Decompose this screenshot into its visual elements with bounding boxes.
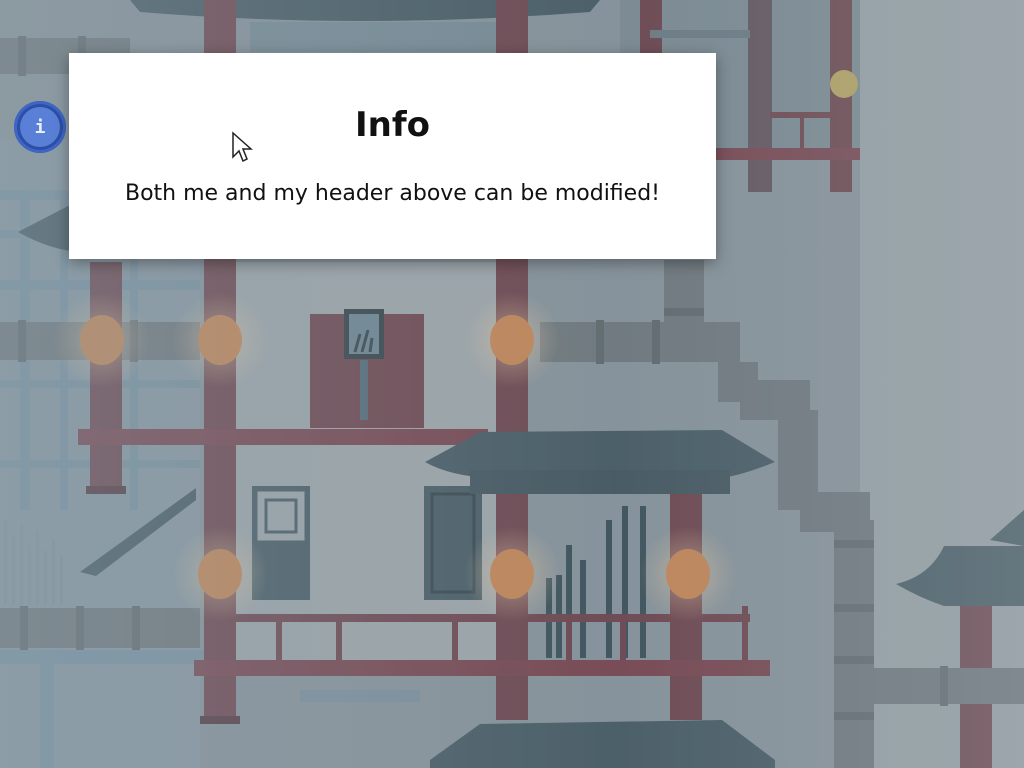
info-dialog: Info Both me and my header above can be … bbox=[69, 53, 716, 259]
dialog-title: Info bbox=[354, 105, 430, 145]
mouse-cursor-icon bbox=[232, 131, 253, 163]
dialog-message: Both me and my header above can be modif… bbox=[124, 181, 660, 206]
info-button[interactable]: i bbox=[14, 101, 66, 153]
info-icon: i bbox=[20, 107, 60, 147]
